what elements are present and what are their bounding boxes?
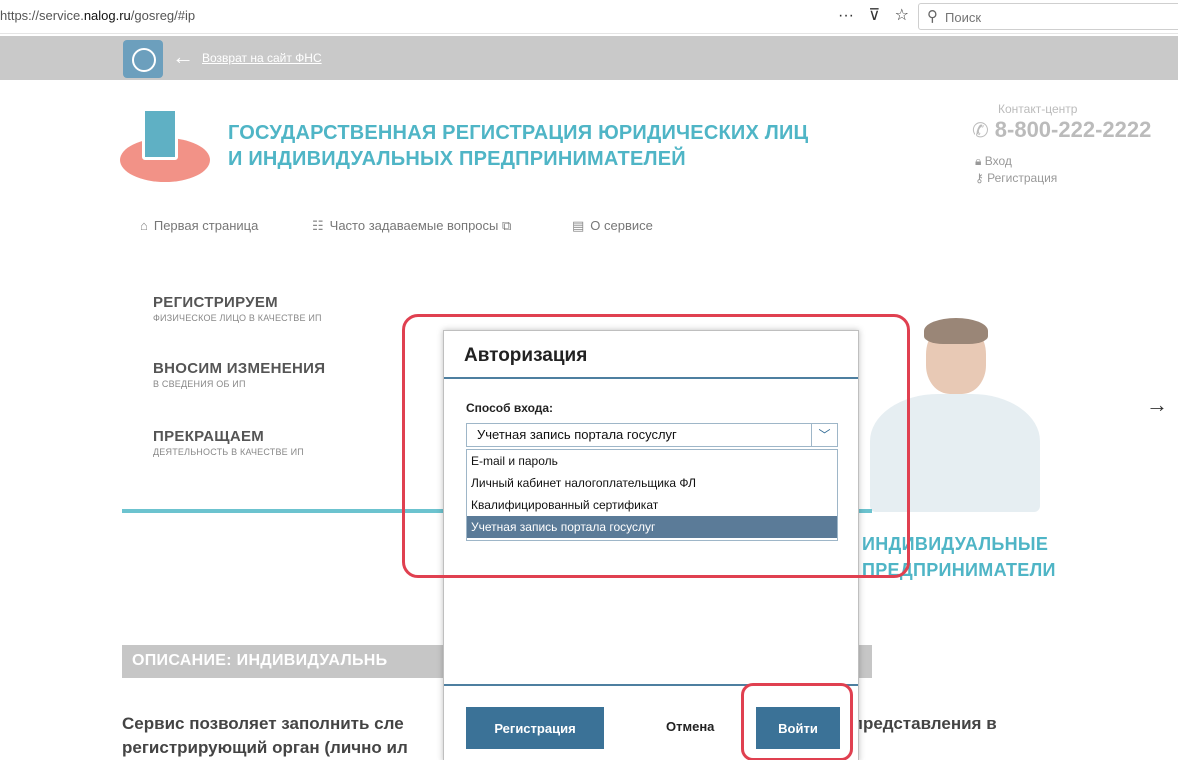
nav-about[interactable]: ▤ О сервисе [572, 218, 653, 234]
site-title: ГОСУДАРСТВЕННАЯ РЕГИСТРАЦИЯ ЮРИДИЧЕСКИХ … [228, 122, 809, 170]
more-icon[interactable]: ··· [838, 7, 854, 24]
menu-changes[interactable]: ВНОСИМ ИЗМЕНЕНИЯ В СВЕДЕНИЯ ОБ ИП [153, 360, 325, 389]
menu-register[interactable]: РЕГИСТРИРУЕМ ФИЗИЧЕСКОЕ ЛИЦО В КАЧЕСТВЕ … [153, 294, 322, 323]
register-link[interactable]: ⚷ Регистрация [975, 171, 1057, 185]
search-input[interactable] [945, 8, 1175, 26]
search-icon: ⚲ [927, 8, 938, 25]
back-arrow-icon[interactable]: ← [172, 46, 194, 68]
doc-icon: ▤ [572, 218, 585, 233]
back-to-fns-link[interactable]: Возврат на сайт ФНС [202, 51, 322, 65]
lock-icon: 🔒︎ [975, 154, 985, 168]
faq-icon: ☷ [312, 218, 324, 233]
browser-toolbar: https://service.nalog.ru/gosreg/#ip ··· … [0, 0, 1178, 34]
cancel-button[interactable]: Отмена [666, 719, 714, 734]
external-link-icon: ⧉ [498, 218, 512, 233]
phone-number: ✆ 8-800-222-2222 [972, 117, 1152, 142]
pocket-icon[interactable]: ⊽ [868, 7, 880, 24]
highlight-dropdown [402, 314, 910, 578]
next-slide-arrow-icon[interactable]: → [1146, 392, 1168, 418]
description-title: ОПИСАНИЕ: ИНДИВИДУАЛЬНЬ [132, 652, 388, 669]
login-link[interactable]: 🔒︎ Вход [975, 154, 1012, 169]
phone-icon: ✆ [972, 120, 989, 142]
key-icon: ⚷ [975, 171, 988, 185]
nav-home[interactable]: ⌂ Первая страница [140, 218, 258, 233]
nav-faq[interactable]: ☷ Часто задаваемые вопросы ⧉ [312, 218, 511, 234]
fns-emblem-icon[interactable] [123, 40, 163, 78]
star-icon[interactable]: ☆ [895, 7, 909, 24]
browser-actions: ··· ⊽ ☆ [838, 5, 919, 25]
registration-logo-icon [120, 108, 210, 182]
contact-center-label: Контакт-центр [998, 102, 1078, 116]
register-button[interactable]: Регистрация [466, 707, 604, 749]
menu-terminate[interactable]: ПРЕКРАЩАЕМ ДЕЯТЕЛЬНОСТЬ В КАЧЕСТВЕ ИП [153, 428, 304, 457]
browser-search[interactable]: ⚲ [918, 3, 1178, 30]
highlight-login-button [741, 683, 853, 760]
address-bar[interactable]: https://service.nalog.ru/gosreg/#ip [0, 8, 195, 23]
home-icon: ⌂ [140, 218, 148, 233]
